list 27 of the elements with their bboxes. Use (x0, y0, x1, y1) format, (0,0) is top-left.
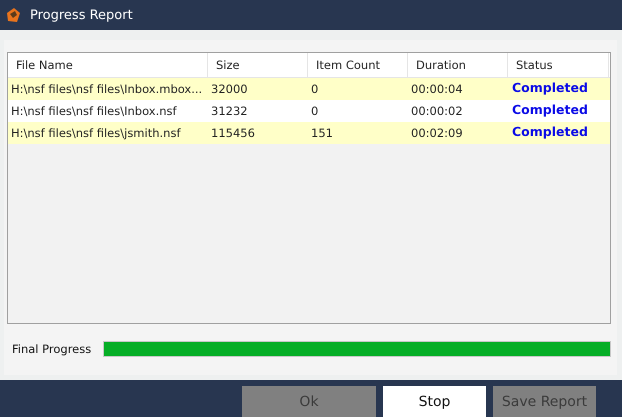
table-cell-text: Completed (511, 123, 589, 141)
column-header[interactable]: Size (208, 53, 308, 77)
table-row[interactable]: H:\nsf files\nsf files\Inbox.nsf 31232 0 00:00:02 Completed (8, 100, 610, 122)
column-header[interactable]: Duration (408, 53, 508, 77)
table-cell-text: 0 (310, 81, 320, 98)
table-cell-text: 00:00:04 (410, 81, 464, 98)
table-cell-text: 0 (310, 103, 320, 120)
table-cell-text: H:\nsf files\nsf files\jsmith.nsf (10, 125, 182, 142)
table-cell-text: 32000 (210, 81, 249, 98)
table-cell-text: 115456 (210, 125, 256, 142)
table-cell-text: 00:02:09 (410, 125, 464, 142)
table-cell-text: 00:00:02 (410, 103, 464, 120)
progress-label: Final Progress (12, 342, 92, 356)
column-header[interactable]: Item Count (308, 53, 408, 77)
table-cell-text: 31232 (210, 103, 249, 120)
table-row[interactable]: H:\nsf files\nsf files\jsmith.nsf 115456 151 00:02:09 Completed (8, 122, 610, 144)
column-header[interactable]: Status (508, 53, 609, 77)
table-cell-text: Completed (511, 101, 589, 119)
table-cell-text: H:\nsf files\nsf files\Inbox.mbox... (10, 81, 204, 98)
dialog-button[interactable]: Stop (383, 386, 486, 417)
app-icon (5, 7, 21, 23)
table-row[interactable]: H:\nsf files\nsf files\Inbox.mbox... 32000 0 00:00:04 Completed (8, 78, 610, 100)
window-title: Progress Report (30, 8, 133, 22)
table-cell-text: H:\nsf files\nsf files\Inbox.nsf (10, 103, 178, 120)
table-cell-text: Completed (511, 79, 589, 97)
table-cell-text: 151 (310, 125, 334, 142)
column-header[interactable]: File Name (8, 53, 208, 77)
